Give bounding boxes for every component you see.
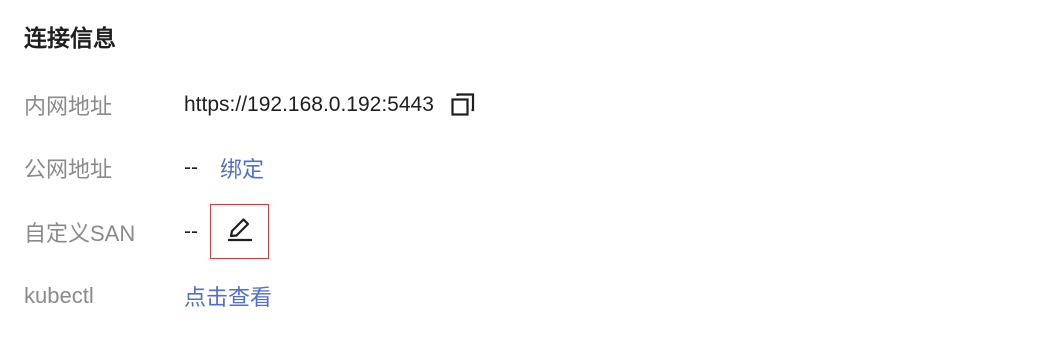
edit-icon: [226, 215, 254, 248]
private-address-value: https://192.168.0.192:5443: [184, 93, 434, 116]
kubectl-label: kubectl: [24, 283, 94, 308]
row-kubectl: kubectl 点击查看: [24, 279, 272, 313]
bind-link[interactable]: 绑定: [220, 152, 264, 184]
edit-san-button[interactable]: [210, 204, 269, 259]
row-private-address: 内网地址 https://192.168.0.192:5443: [24, 88, 476, 122]
row-public-address: 公网地址 -- 绑定: [24, 151, 264, 185]
section-title: 连接信息: [24, 25, 116, 51]
row-custom-san: 自定义SAN --: [24, 215, 198, 249]
custom-san-value: --: [184, 220, 198, 243]
public-address-label: 公网地址: [24, 157, 113, 182]
view-kubectl-link[interactable]: 点击查看: [184, 280, 272, 312]
public-address-value: --: [184, 156, 198, 179]
copy-icon[interactable]: [450, 92, 476, 118]
custom-san-label: 自定义SAN: [24, 221, 136, 246]
connection-info-panel: 连接信息 内网地址 https://192.168.0.192:5443 公网地…: [0, 0, 1061, 342]
private-address-label: 内网地址: [24, 94, 113, 119]
